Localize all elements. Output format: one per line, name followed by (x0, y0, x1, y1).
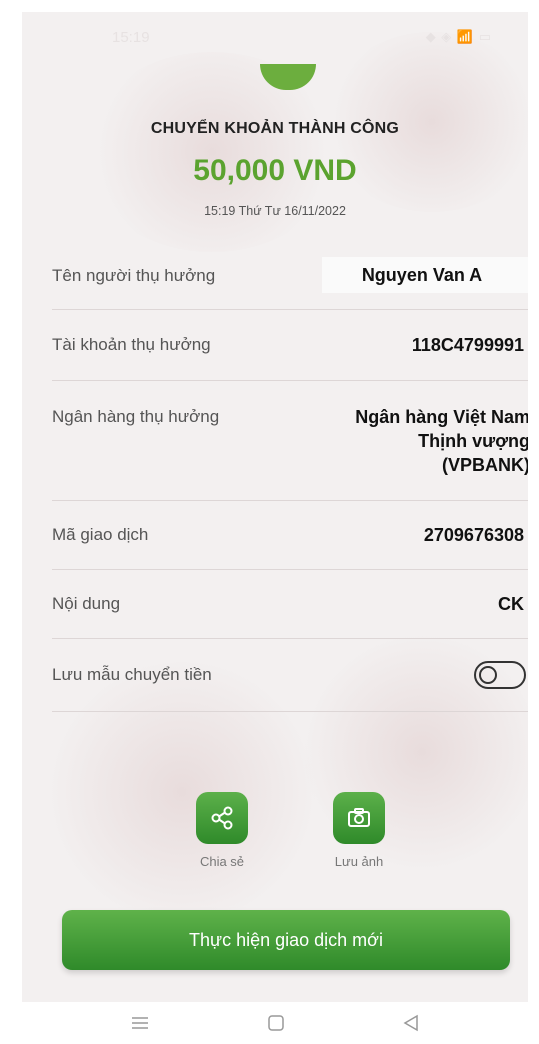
detail-row-beneficiary-bank: Ngân hàng thụ hưởng Ngân hàng Việt Nam T… (52, 381, 528, 501)
bank-name-line: Thịnh vượng (418, 431, 528, 451)
bank-name-line: Ngân hàng Việt Nam (355, 407, 528, 427)
detail-row-transaction-id: Mã giao dịch 2709676308 (52, 501, 528, 570)
detail-label: Ngân hàng thụ hưởng (52, 407, 220, 426)
new-transaction-button[interactable]: Thực hiện giao dịch mới (62, 910, 510, 970)
share-icon (211, 806, 233, 830)
page-title: CHUYỂN KHOẢN THÀNH CÔNG (150, 120, 400, 137)
share-action[interactable]: Chia sẻ (182, 792, 262, 869)
menu-icon[interactable] (130, 1015, 150, 1031)
transfer-amount: 50,000 VND (193, 154, 357, 187)
share-label: Chia sẻ (199, 854, 245, 869)
detail-value: Ngân hàng Việt Nam Thịnh vượng (VPBANK) (355, 405, 528, 477)
detail-value: CK (498, 593, 524, 614)
system-navigation-bar (22, 1002, 528, 1044)
save-template-toggle[interactable] (474, 661, 526, 689)
detail-value: 2709676308 (423, 524, 524, 545)
detail-row-beneficiary-account: Tài khoản thụ hưởng 118C4799991 (52, 310, 528, 381)
detail-value: Nguyen Van A (322, 256, 528, 293)
detail-row-save-template: Lưu mẫu chuyển tiền (52, 639, 528, 712)
status-time: 15:19 (112, 28, 150, 46)
detail-label: Nội dung (52, 594, 121, 613)
back-icon[interactable] (402, 1014, 420, 1032)
save-image-action[interactable]: Lưu ảnh (319, 792, 399, 869)
detail-row-content: Nội dung CK (52, 570, 528, 639)
transfer-details: Tên người thụ hưởng Nguyen Van A Tài kho… (52, 242, 528, 712)
save-image-button[interactable] (333, 792, 385, 844)
toggle-knob (479, 666, 497, 684)
detail-row-beneficiary-name: Tên người thụ hưởng Nguyen Van A (52, 242, 528, 310)
detail-label: Tên người thụ hưởng (52, 265, 216, 285)
bank-name-line: (VPBANK) (442, 455, 528, 475)
detail-label: Lưu mẫu chuyển tiền (52, 665, 212, 684)
detail-label: Tài khoản thụ hưởng (52, 335, 211, 354)
status-bar: 15:19 ◆ ◈ 📶 ▭ (22, 12, 528, 62)
phone-screen: 15:19 ◆ ◈ 📶 ▭ CHUYỂN KHOẢN THÀNH CÔNG 50… (22, 12, 528, 1044)
share-button[interactable] (196, 792, 248, 844)
camera-icon (348, 808, 370, 827)
transfer-datetime: 15:19 Thứ Tư 16/11/2022 (204, 204, 346, 218)
detail-value: 118C4799991 (411, 334, 524, 355)
status-icons: ◆ ◈ 📶 ▭ (425, 29, 492, 44)
home-icon[interactable] (267, 1014, 285, 1032)
detail-label: Mã giao dịch (52, 525, 149, 544)
save-image-label: Lưu ảnh (334, 854, 384, 869)
